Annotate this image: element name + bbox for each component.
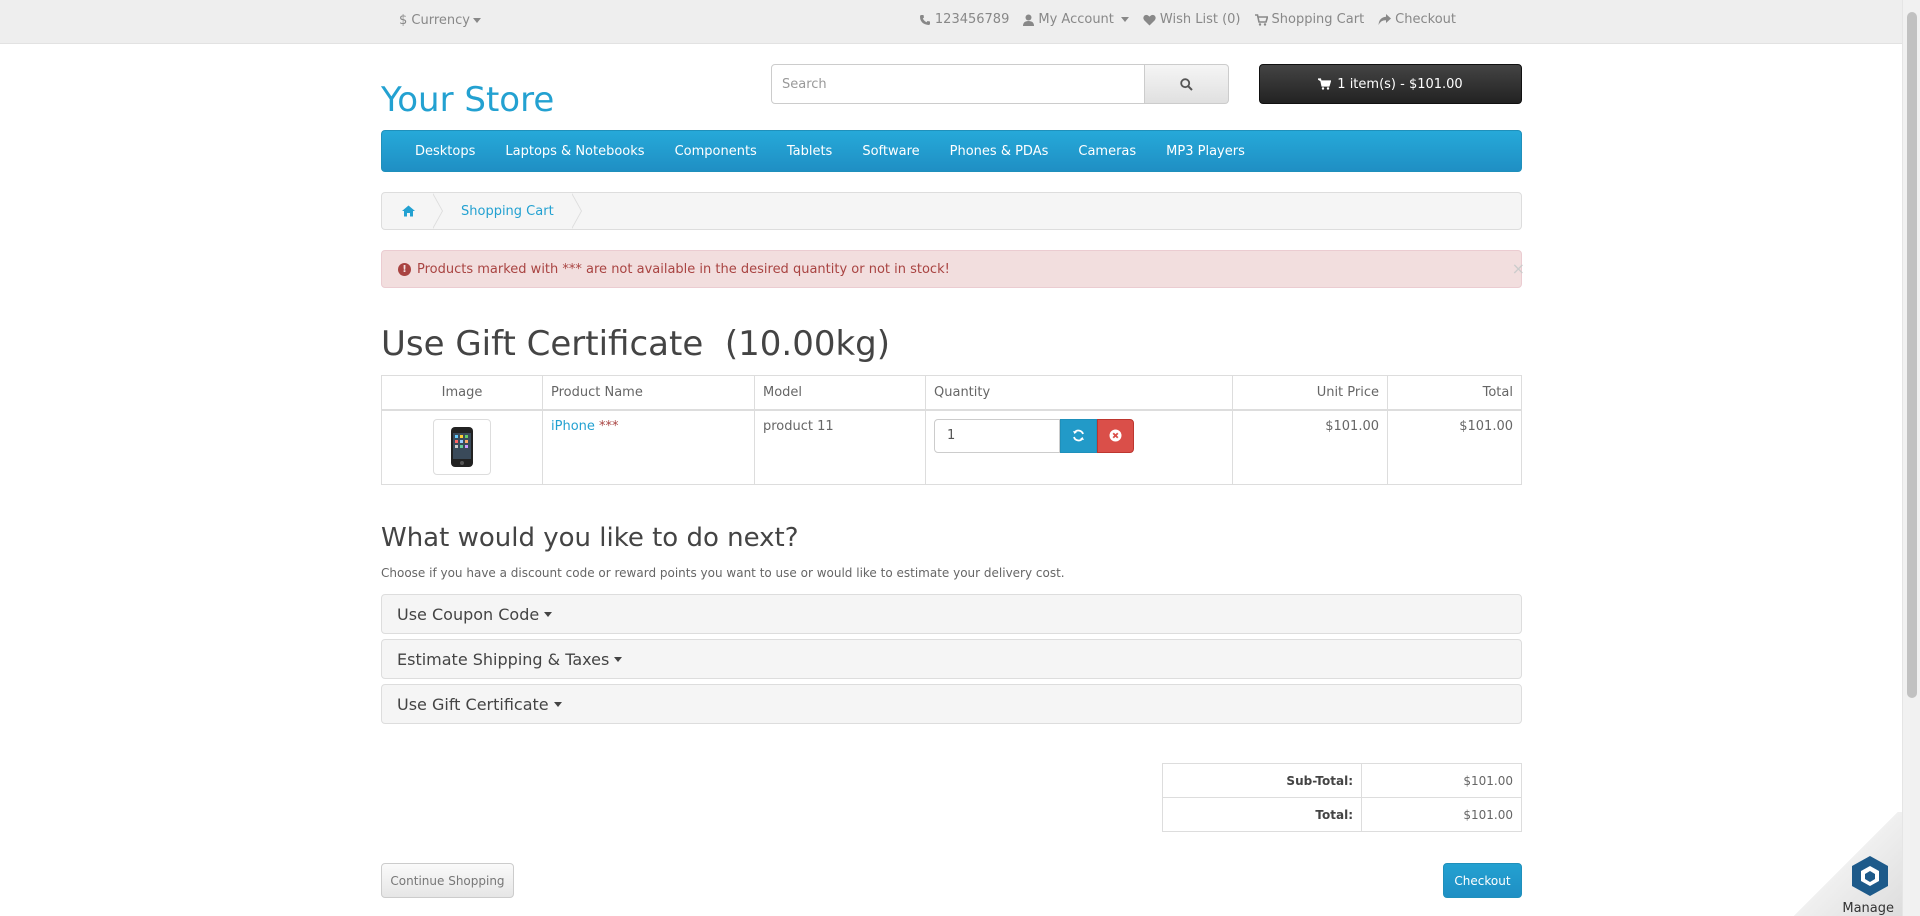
product-link[interactable]: iPhone [551, 419, 595, 434]
shopping-cart-link[interactable]: Shopping Cart [1254, 12, 1365, 27]
phone-label: 123456789 [934, 12, 1010, 27]
manage-logo-icon [1852, 856, 1888, 896]
menu-item-laptops-notebooks[interactable]: Laptops & Notebooks [490, 144, 659, 159]
iphone-image [451, 426, 473, 467]
top-bar: $ Currency 123456789 My Account Wish Lis… [0, 0, 1902, 44]
quantity-cell [925, 409, 1233, 485]
caret-down-icon [1120, 17, 1129, 22]
model-cell: product 11 [754, 409, 926, 485]
store-logo[interactable]: Your Store [381, 80, 554, 120]
menu-item-mp3-players[interactable]: MP3 Players [1151, 144, 1260, 159]
update-quantity-button[interactable] [1060, 418, 1097, 453]
remove-item-button[interactable] [1097, 418, 1134, 453]
product-thumbnail[interactable] [433, 418, 491, 475]
times-circle-icon [1109, 429, 1122, 442]
my-account-dropdown[interactable]: My Account [1023, 12, 1129, 27]
exclamation-circle-icon: ! [398, 262, 411, 276]
col-image: Image [381, 375, 543, 411]
breadcrumb-shopping-cart[interactable]: Shopping Cart [435, 193, 582, 229]
phone-icon [919, 14, 930, 25]
heart-icon [1143, 14, 1156, 25]
search-button[interactable] [1145, 64, 1229, 104]
col-unit-price: Unit Price [1232, 375, 1388, 411]
caret-down-icon [553, 701, 562, 707]
table-row: Sub-Total: $101.00 [1162, 763, 1522, 798]
next-section-description: Choose if you have a discount code or re… [381, 566, 1065, 580]
continue-shopping-button[interactable]: Continue Shopping [381, 863, 514, 898]
alert-message: Products marked with *** are not availab… [417, 261, 950, 277]
main-menu: Desktops Laptops & Notebooks Components … [381, 130, 1522, 172]
product-image-cell [381, 409, 543, 485]
home-icon [402, 205, 415, 217]
share-icon [1378, 13, 1392, 25]
shipping-panel-toggle[interactable]: Estimate Shipping & Taxes [381, 639, 1522, 679]
page-scrollbar[interactable] [1902, 0, 1920, 916]
coupon-panel-label: Use Coupon Code [397, 604, 540, 624]
wishlist-link[interactable]: Wish List (0) [1143, 12, 1241, 27]
breadcrumb: Shopping Cart [381, 192, 1522, 230]
currency-label: $ Currency [399, 13, 470, 28]
menu-item-desktops[interactable]: Desktops [400, 144, 490, 159]
currency-dropdown[interactable]: $ Currency [399, 13, 481, 28]
caret-down-icon [544, 611, 553, 617]
col-total: Total [1387, 375, 1522, 411]
table-header-row: Image Product Name Model Quantity Unit P… [381, 375, 1522, 411]
table-row: iPhone *** product 11 $101.00 $101.00 [381, 409, 1522, 485]
manage-label: Manage [1842, 901, 1894, 916]
total-label: Total: [1162, 797, 1362, 832]
cart-summary: 1 item(s) - $101.00 [1337, 76, 1463, 92]
table-row: Total: $101.00 [1162, 797, 1522, 832]
shopping-cart-label: Shopping Cart [1271, 12, 1365, 27]
unit-price-cell: $101.00 [1232, 409, 1388, 485]
search-icon [1180, 77, 1193, 91]
search-input[interactable] [771, 64, 1145, 104]
voucher-panel-toggle[interactable]: Use Gift Certificate [381, 684, 1522, 724]
col-model: Model [754, 375, 926, 411]
menu-item-phones-pdas[interactable]: Phones & PDAs [935, 144, 1064, 159]
stock-alert: ! Products marked with *** are not avail… [381, 250, 1525, 288]
refresh-icon [1073, 429, 1084, 442]
menu-item-tablets[interactable]: Tablets [772, 144, 848, 159]
product-name-cell: iPhone *** [542, 409, 755, 485]
checkout-label: Checkout [1395, 12, 1456, 27]
voucher-panel-label: Use Gift Certificate [397, 694, 549, 714]
col-quantity: Quantity [925, 375, 1233, 411]
subtotal-label: Sub-Total: [1162, 763, 1362, 798]
subtotal-value: $101.00 [1361, 763, 1522, 798]
phone-link[interactable]: 123456789 [919, 12, 1009, 27]
quantity-group [934, 418, 1224, 453]
cart-icon [1254, 13, 1268, 26]
next-section-title: What would you like to do next? [381, 523, 799, 553]
stock-flag: *** [599, 418, 619, 434]
menu-item-components[interactable]: Components [660, 144, 772, 159]
top-links: 123456789 My Account Wish List (0) Shopp… [919, 12, 1456, 27]
total-cell: $101.00 [1387, 409, 1522, 485]
search-bar [771, 64, 1229, 104]
caret-down-icon [472, 18, 481, 23]
coupon-panel-toggle[interactable]: Use Coupon Code [381, 594, 1522, 634]
menu-item-cameras[interactable]: Cameras [1063, 144, 1151, 159]
cart-table: Image Product Name Model Quantity Unit P… [381, 375, 1522, 485]
my-account-label: My Account [1038, 12, 1114, 27]
caret-down-icon [614, 656, 623, 662]
quantity-input[interactable] [934, 418, 1060, 453]
wishlist-label: Wish List (0) [1159, 12, 1241, 27]
shipping-panel-label: Estimate Shipping & Taxes [397, 649, 610, 669]
user-icon [1023, 14, 1035, 26]
checkout-button[interactable]: Checkout [1443, 863, 1522, 898]
col-product-name: Product Name [542, 375, 755, 411]
checkout-link[interactable]: Checkout [1378, 12, 1456, 27]
totals-table: Sub-Total: $101.00 Total: $101.00 [1162, 763, 1522, 832]
menu-item-software[interactable]: Software [847, 144, 934, 159]
manage-widget[interactable]: Manage [1790, 812, 1902, 916]
breadcrumb-home[interactable] [382, 193, 443, 229]
scrollbar-thumb[interactable] [1907, 12, 1917, 698]
page-title: Use Gift Certificate (10.00kg) [381, 324, 890, 364]
cart-icon [1318, 78, 1332, 90]
cart-dropdown-button[interactable]: 1 item(s) - $101.00 [1259, 64, 1522, 104]
alert-close-button[interactable]: × [1512, 259, 1525, 278]
total-value: $101.00 [1361, 797, 1522, 832]
